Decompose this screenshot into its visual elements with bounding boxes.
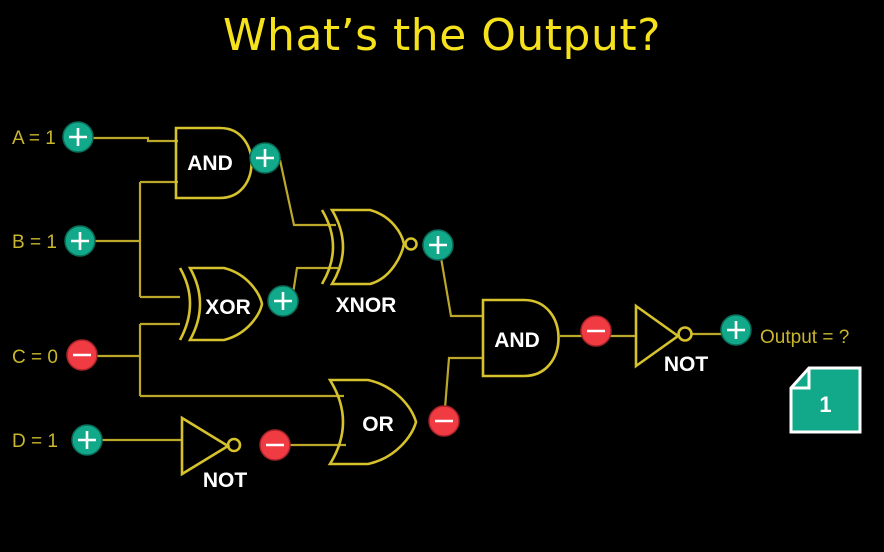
minus-icon <box>259 429 291 461</box>
plus-icon <box>64 225 96 257</box>
wire-and-to-xnor <box>278 159 336 227</box>
logic-circuit-diagram: AND XOR XNOR OR NOT AND NOT A = 1 B = 1 … <box>12 121 849 492</box>
plus-icon <box>62 121 94 153</box>
plus-icon <box>720 314 752 346</box>
gate-label-not-2: NOT <box>664 353 709 376</box>
plus-icon <box>422 229 454 261</box>
input-label-d: D = 1 <box>12 431 58 452</box>
input-label-a: A = 1 <box>12 128 56 149</box>
not-gate-1 <box>180 415 242 477</box>
output-label: Output = ? <box>760 327 849 348</box>
plus-icon <box>267 285 299 317</box>
gate-label-xnor: XNOR <box>336 294 397 317</box>
wires <box>92 136 722 447</box>
gate-label-xor: XOR <box>205 296 251 319</box>
xnor-gate <box>320 208 418 286</box>
gate-label-not-1: NOT <box>203 469 248 492</box>
input-label-b: B = 1 <box>12 232 57 253</box>
minus-icon <box>66 339 98 371</box>
gate-label-or: OR <box>362 413 394 436</box>
input-label-c: C = 0 <box>12 347 58 368</box>
plus-icon <box>71 424 103 456</box>
minus-icon <box>580 315 612 347</box>
plus-icon <box>249 142 281 174</box>
gate-label-and-1: AND <box>187 152 233 175</box>
wire-a-to-and <box>92 136 178 143</box>
gate-label-and-2: AND <box>494 329 540 352</box>
page-number: 1 <box>819 392 832 417</box>
minus-icon <box>428 405 460 437</box>
